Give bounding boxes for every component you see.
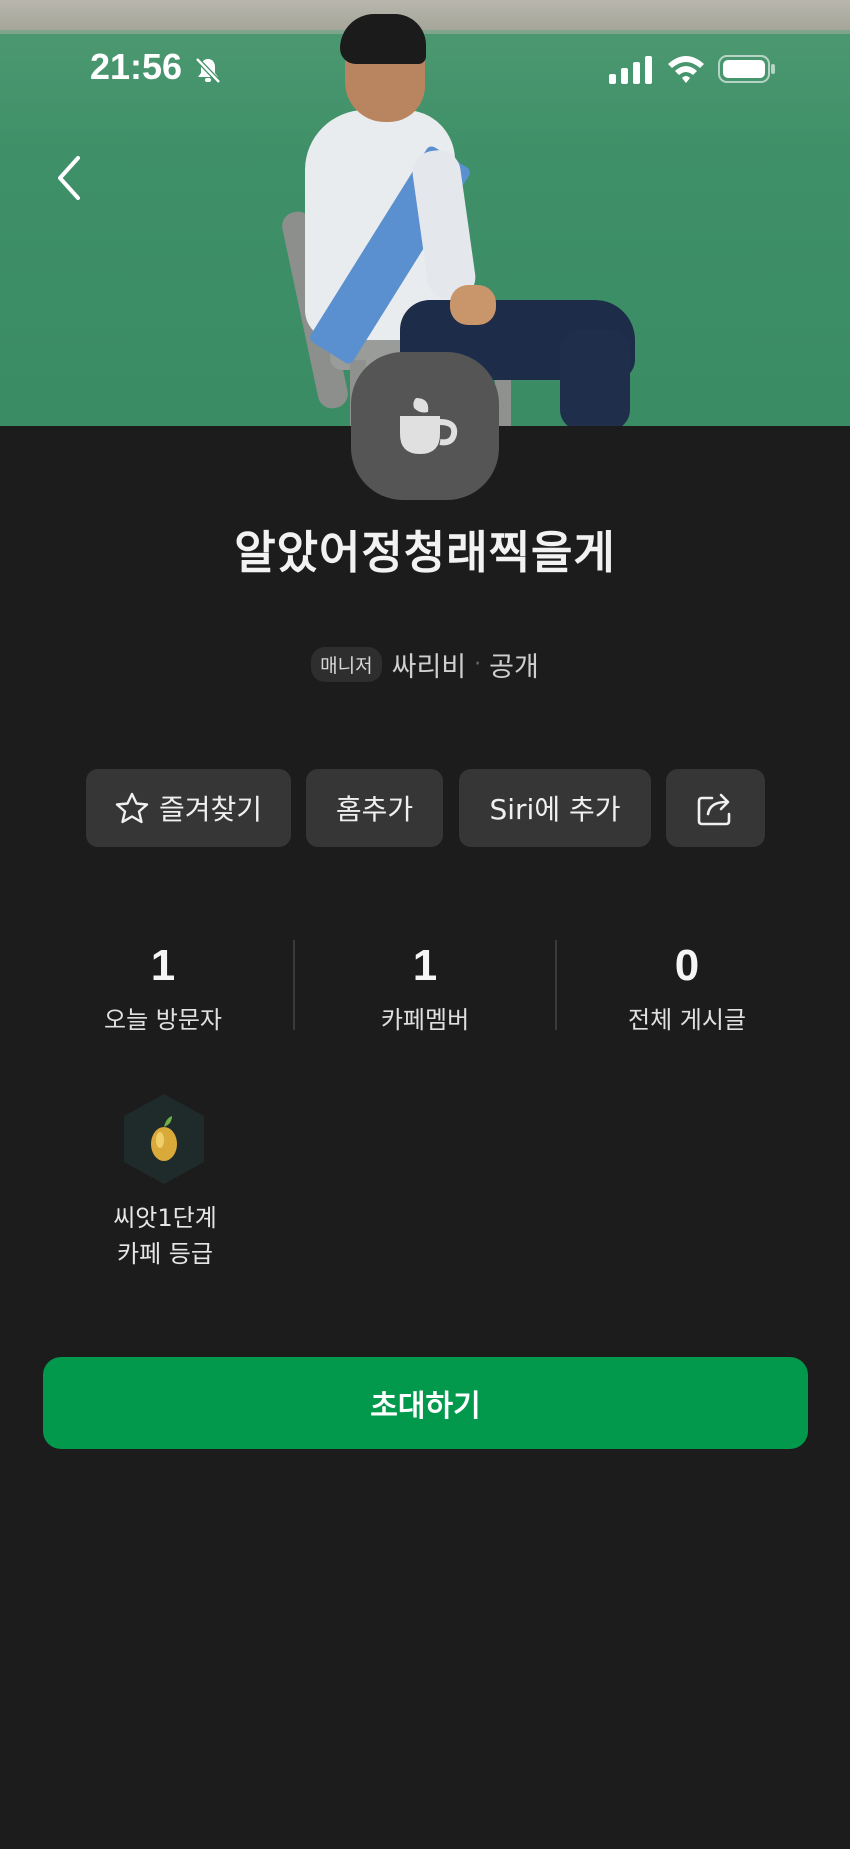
favorite-label: 즐겨찾기 — [158, 793, 263, 826]
grade-label: 씨앗1단계 카페 등급 — [84, 1200, 246, 1272]
battery-icon — [718, 54, 776, 84]
cafe-name: 알았어정청래찍을게 — [234, 526, 616, 579]
grade-level: 씨앗1단계 — [113, 1204, 217, 1232]
add-to-home-button[interactable]: 홈추가 — [306, 769, 443, 847]
grade-caption: 카페 등급 — [117, 1240, 213, 1268]
stat-label: 카페멤버 — [380, 1006, 470, 1034]
cafe-stats: 1 오늘 방문자 1 카페멤버 0 전체 게시글 — [0, 940, 850, 1050]
visibility-status: 공개 — [489, 652, 539, 683]
stat-label: 전체 게시글 — [627, 1006, 747, 1034]
action-buttons: 즐겨찾기 홈추가 Siri에 추가 — [0, 769, 850, 847]
invite-label: 초대하기 — [370, 1389, 481, 1424]
bell-slash-icon — [193, 55, 223, 85]
signal-icon — [609, 56, 653, 84]
chevron-left-icon — [58, 156, 80, 200]
invite-button[interactable]: 초대하기 — [43, 1357, 808, 1449]
coffee-cup-icon — [400, 398, 458, 454]
wifi-icon — [666, 54, 706, 84]
star-icon — [115, 792, 149, 824]
add-to-home-label: 홈추가 — [335, 793, 414, 826]
manager-name[interactable]: 싸리비 — [392, 645, 467, 684]
stat-value: 1 — [412, 941, 438, 990]
stat-total-posts[interactable]: 0 전체 게시글 — [556, 940, 818, 1035]
cafe-meta: 매니저 싸리비 · 공개 — [0, 645, 850, 684]
back-button[interactable] — [50, 150, 90, 206]
add-to-siri-button[interactable]: Siri에 추가 — [459, 769, 651, 847]
stat-label: 오늘 방문자 — [103, 1006, 223, 1034]
stat-cafe-members[interactable]: 1 카페멤버 — [294, 940, 556, 1035]
seed-grade-icon[interactable] — [122, 1092, 206, 1186]
role-badge: 매니저 — [311, 647, 382, 682]
status-bar: 21:56 — [0, 0, 850, 140]
stat-value: 1 — [150, 941, 176, 990]
share-icon — [697, 793, 730, 826]
share-button[interactable] — [666, 769, 765, 847]
add-to-siri-label: Siri에 추가 — [489, 793, 621, 826]
cafe-icon — [351, 352, 499, 500]
stat-today-visitors: 1 오늘 방문자 — [32, 940, 294, 1035]
cafe-home-screen: 21:56 알았어정청래찍을게 매니저 싸리비 · 공개 즐겨찾기 홈추가 Si… — [0, 0, 850, 1849]
favorite-button[interactable]: 즐겨찾기 — [86, 769, 291, 847]
stat-value: 0 — [674, 941, 700, 990]
meta-separator: · — [474, 652, 482, 677]
status-time: 21:56 — [90, 46, 183, 87]
